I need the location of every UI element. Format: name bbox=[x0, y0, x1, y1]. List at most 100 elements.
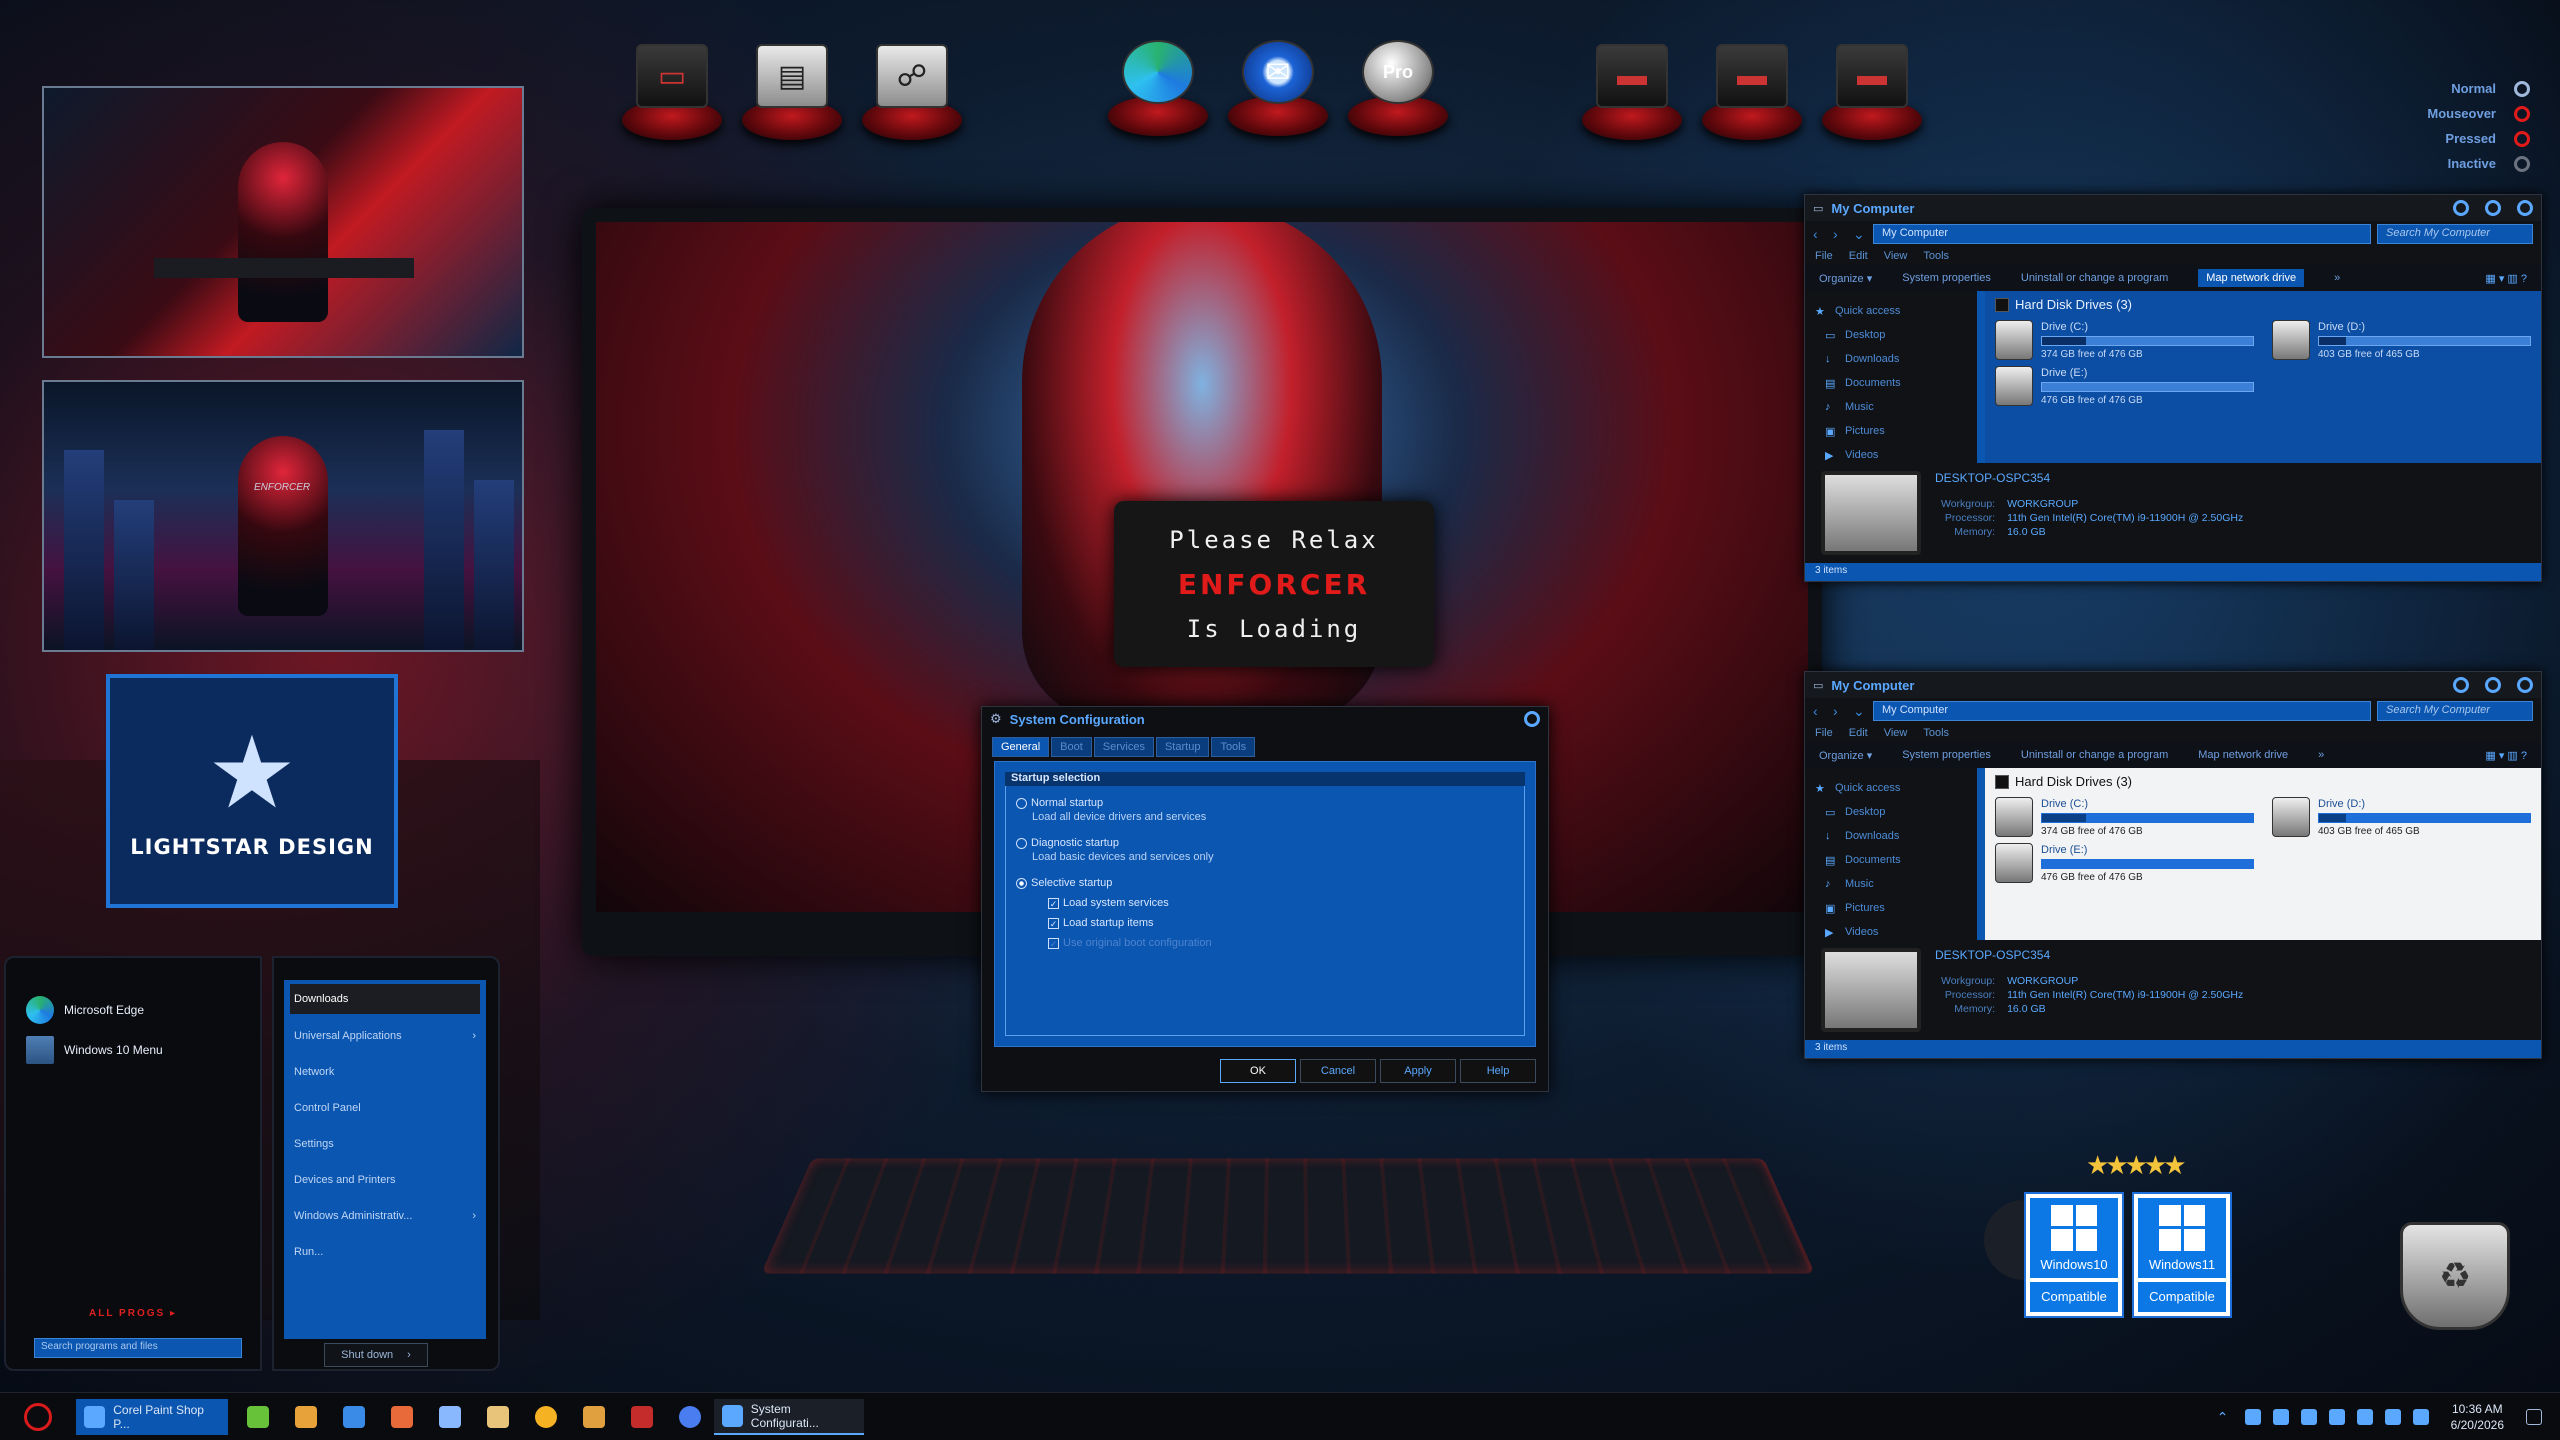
taskbar-icon-5[interactable] bbox=[439, 1405, 461, 1428]
dock-google-earth-pro-icon[interactable]: Pro bbox=[1348, 26, 1448, 136]
menu-tools[interactable]: Tools bbox=[1923, 250, 1949, 262]
nav-item-videos[interactable]: ▶ Videos bbox=[1815, 443, 1967, 467]
close-icon[interactable] bbox=[1524, 711, 1540, 727]
nav-item-quick-access[interactable]: ★ Quick access bbox=[1815, 299, 1967, 323]
address-input[interactable]: My Computer bbox=[1873, 701, 2371, 721]
normal-startup-radio[interactable]: Normal startup bbox=[1016, 797, 1514, 809]
taskbar-icon-3[interactable] bbox=[343, 1405, 365, 1428]
menu-view[interactable]: View bbox=[1884, 250, 1908, 262]
ok-button[interactable]: OK bbox=[1220, 1059, 1296, 1083]
load-startup-items-checkbox[interactable]: ✓ Load startup items bbox=[1016, 917, 1514, 929]
wallpaper-thumbnail-1[interactable] bbox=[42, 86, 524, 358]
network-icon[interactable] bbox=[2356, 1409, 2373, 1425]
drive-tile[interactable]: Drive (E:) 476 GB free of 476 GB bbox=[1995, 366, 2254, 406]
tab-services[interactable]: Services bbox=[1093, 737, 1154, 757]
tray-icon[interactable] bbox=[2244, 1409, 2261, 1425]
drive-tile[interactable]: Drive (C:) 374 GB free of 476 GB bbox=[1995, 797, 2254, 837]
taskbar-icon-7[interactable] bbox=[535, 1405, 557, 1428]
dock-network-icon[interactable]: ☍ bbox=[862, 30, 962, 140]
nav-item-desktop[interactable]: ▭ Desktop bbox=[1815, 323, 1967, 347]
nav-item-pictures[interactable]: ▣ Pictures bbox=[1815, 896, 1967, 920]
dock-edge-icon[interactable] bbox=[1108, 26, 1208, 136]
recycle-bin-icon[interactable]: ♻ bbox=[2400, 1222, 2510, 1330]
taskbar-icon-9[interactable] bbox=[631, 1405, 653, 1428]
load-system-services-checkbox[interactable]: ✓ Load system services bbox=[1016, 897, 1514, 909]
taskbar-app-system-configuration[interactable]: System Configurati... bbox=[714, 1398, 864, 1435]
dock-drive-icon-2[interactable]: ▬ bbox=[1702, 30, 1802, 140]
clock[interactable]: 10:36 AM 6/20/2026 bbox=[2451, 1401, 2504, 1433]
taskbar-explorer-icon[interactable] bbox=[295, 1405, 317, 1428]
menu-edit[interactable]: Edit bbox=[1849, 727, 1868, 739]
help-button[interactable]: Help bbox=[1460, 1059, 1536, 1083]
start-item-control-panel[interactable]: Control Panel bbox=[290, 1090, 480, 1126]
command-uninstall-or-change-a-program[interactable]: Uninstall or change a program bbox=[2021, 272, 2168, 284]
menu-view[interactable]: View bbox=[1884, 727, 1908, 739]
system-configuration-window[interactable]: ⚙ System Configuration General Boot Servic… bbox=[981, 706, 1549, 1092]
more-commands-button[interactable]: » bbox=[2334, 272, 2340, 284]
start-item-windows-administrativ-[interactable]: Windows Administrativ... › bbox=[290, 1198, 480, 1234]
apply-button[interactable]: Apply bbox=[1380, 1059, 1456, 1083]
maximize-button[interactable] bbox=[2485, 200, 2501, 216]
dock-drive-icon-3[interactable]: ▬ bbox=[1822, 30, 1922, 140]
start-item-network[interactable]: Network bbox=[290, 1054, 480, 1090]
volume-icon[interactable] bbox=[2384, 1409, 2401, 1425]
dock-thunderbird-icon[interactable]: ✉ bbox=[1228, 26, 1328, 136]
tab-boot[interactable]: Boot bbox=[1051, 737, 1092, 757]
menu-file[interactable]: File bbox=[1815, 727, 1833, 739]
command-system-properties[interactable]: System properties bbox=[1902, 272, 1991, 284]
all-programs-button[interactable]: ALL PROGS ▸ bbox=[6, 1308, 260, 1319]
start-search-input[interactable]: Search programs and files bbox=[34, 1338, 242, 1358]
recent-chevron-icon[interactable]: ⌄ bbox=[1853, 703, 1867, 720]
nav-item-quick-access[interactable]: ★ Quick access bbox=[1815, 776, 1967, 800]
view-options-icon[interactable]: ▦ ▾ ▥ ? bbox=[2485, 749, 2527, 762]
start-item-downloads[interactable]: Downloads bbox=[290, 984, 480, 1014]
section-header[interactable]: Hard Disk Drives (3) bbox=[1995, 297, 2531, 312]
view-options-icon[interactable]: ▦ ▾ ▥ ? bbox=[2485, 272, 2527, 285]
notification-icon[interactable] bbox=[2526, 1409, 2542, 1425]
cancel-button[interactable]: Cancel bbox=[1300, 1059, 1376, 1083]
use-original-boot-config-checkbox[interactable]: ✓ Use original boot configuration bbox=[1016, 937, 1514, 949]
drive-tile[interactable]: Drive (E:) 476 GB free of 476 GB bbox=[1995, 843, 2254, 883]
command-map-network-drive[interactable]: Map network drive bbox=[2198, 749, 2288, 761]
start-button[interactable] bbox=[24, 1402, 52, 1431]
organize-button[interactable]: Organize ▾ bbox=[1819, 272, 1872, 285]
nav-item-documents[interactable]: ▤ Documents bbox=[1815, 848, 1967, 872]
shutdown-button[interactable]: Shut down › bbox=[324, 1343, 428, 1367]
drive-tile[interactable]: Drive (C:) 374 GB free of 476 GB bbox=[1995, 320, 2254, 360]
search-input[interactable]: Search My Computer bbox=[2377, 701, 2533, 721]
back-arrow-icon[interactable]: ‹ bbox=[1813, 703, 1827, 719]
close-button[interactable] bbox=[2517, 200, 2533, 216]
tab-general[interactable]: General bbox=[992, 737, 1050, 757]
forward-arrow-icon[interactable]: › bbox=[1833, 703, 1847, 719]
shutdown-arrow-icon[interactable]: › bbox=[407, 1349, 411, 1361]
pinned-windows-10-menu[interactable]: Windows 10 Menu bbox=[6, 1030, 260, 1070]
drive-tile[interactable]: Drive (D:) 403 GB free of 465 GB bbox=[2272, 320, 2531, 360]
nav-item-music[interactable]: ♪ Music bbox=[1815, 395, 1967, 419]
pinned-microsoft-edge[interactable]: Microsoft Edge bbox=[6, 990, 260, 1030]
nav-item-documents[interactable]: ▤ Documents bbox=[1815, 371, 1967, 395]
nav-item-desktop[interactable]: ▭ Desktop bbox=[1815, 800, 1967, 824]
explorer-window-dark[interactable]: ▭ My Computer ‹ › ⌄ My Computer Search M… bbox=[1804, 194, 2542, 582]
section-header[interactable]: Hard Disk Drives (3) bbox=[1995, 774, 2531, 789]
menu-file[interactable]: File bbox=[1815, 250, 1833, 262]
nav-item-downloads[interactable]: ↓ Downloads bbox=[1815, 824, 1967, 848]
menu-edit[interactable]: Edit bbox=[1849, 250, 1868, 262]
command-map-network-drive[interactable]: Map network drive bbox=[2198, 269, 2305, 287]
taskbar-icon-8[interactable] bbox=[583, 1405, 605, 1428]
taskbar-icon-6[interactable] bbox=[487, 1405, 509, 1428]
minimize-button[interactable] bbox=[2453, 200, 2469, 216]
tray-icon[interactable] bbox=[2272, 1409, 2289, 1425]
start-item-devices-and-printers[interactable]: Devices and Printers bbox=[290, 1162, 480, 1198]
more-commands-button[interactable]: » bbox=[2318, 749, 2324, 761]
nav-item-videos[interactable]: ▶ Videos bbox=[1815, 920, 1967, 944]
dock-documents-icon[interactable]: ▤ bbox=[742, 30, 842, 140]
close-button[interactable] bbox=[2517, 677, 2533, 693]
diagnostic-startup-radio[interactable]: Diagnostic startup bbox=[1016, 837, 1514, 849]
keyboard-icon[interactable] bbox=[2412, 1409, 2429, 1425]
minimize-button[interactable] bbox=[2453, 677, 2469, 693]
start-item-run-[interactable]: Run... bbox=[290, 1234, 480, 1270]
chevron-up-icon[interactable]: ⌃ bbox=[2217, 1409, 2233, 1425]
taskbar-icon-4[interactable] bbox=[391, 1405, 413, 1428]
tab-startup[interactable]: Startup bbox=[1155, 737, 1210, 757]
taskbar-icon-1[interactable] bbox=[247, 1405, 269, 1428]
